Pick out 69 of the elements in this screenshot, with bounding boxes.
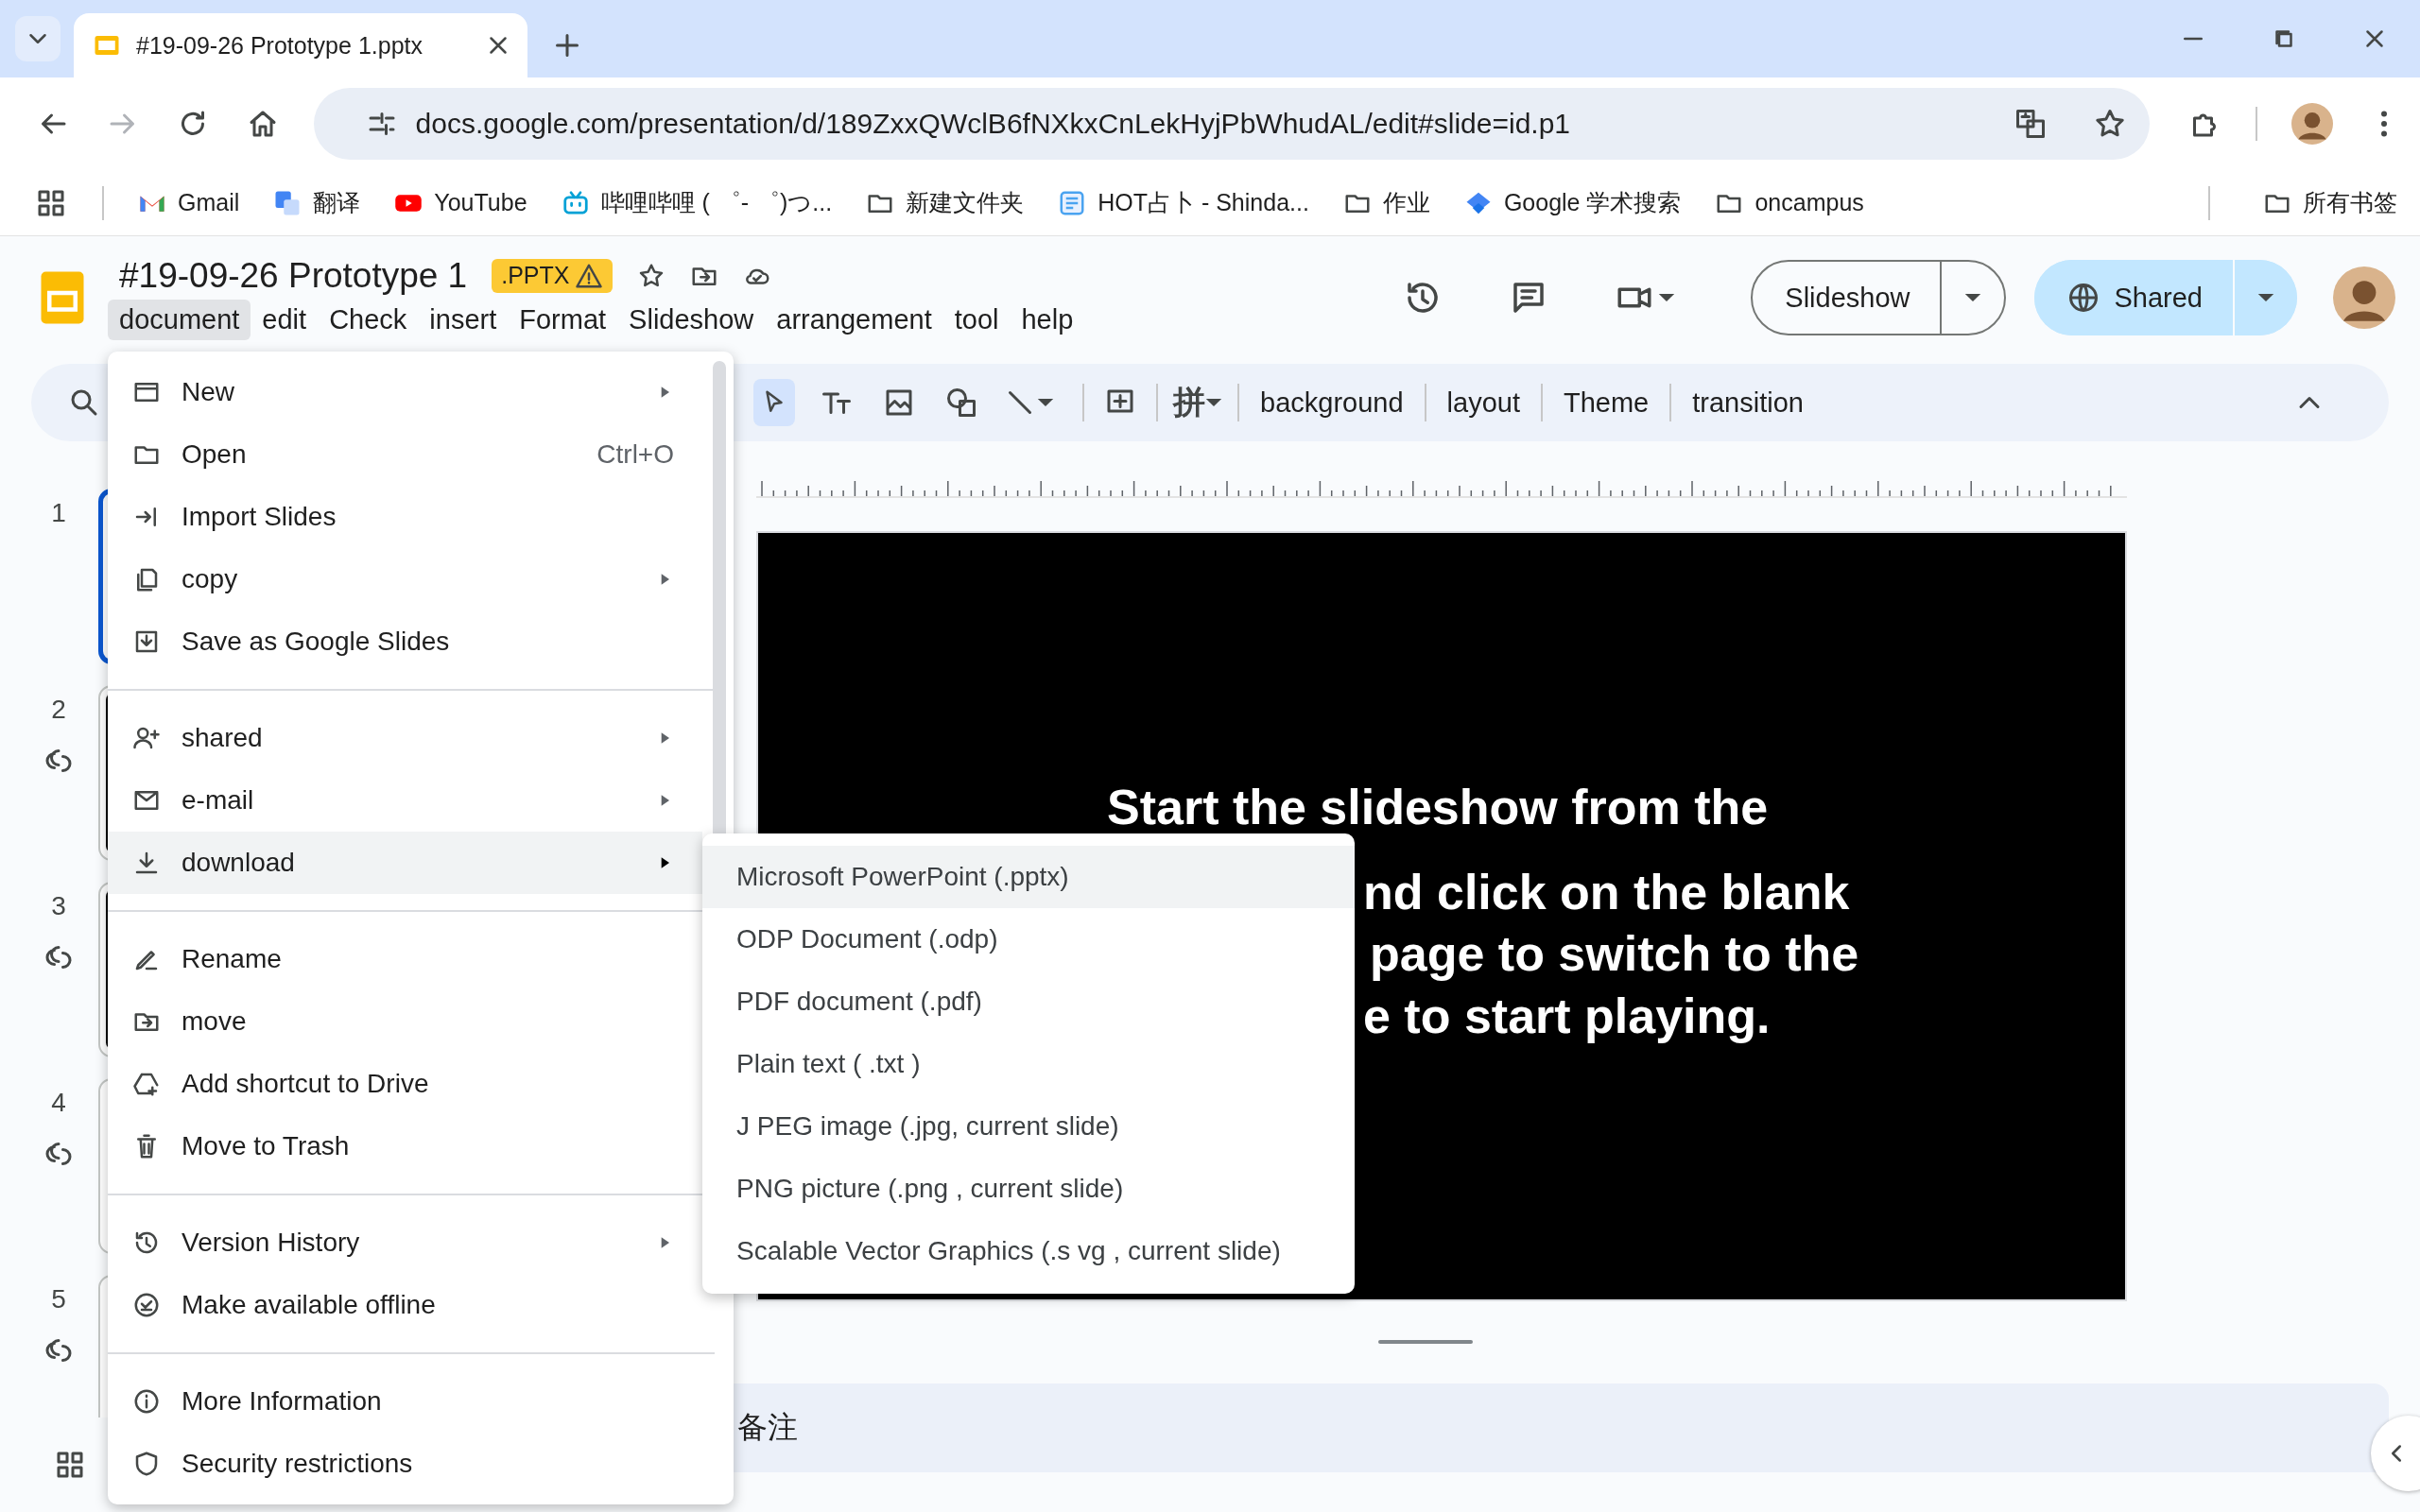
caret-icon[interactable] xyxy=(1037,398,1054,407)
info-icon xyxy=(132,1387,161,1416)
bookmark[interactable]: Gmail xyxy=(138,188,240,217)
slide-number: 4 xyxy=(51,1088,66,1118)
bookmark[interactable]: oncampus xyxy=(1715,188,1864,217)
slide-text: e to start playing. xyxy=(1363,989,1771,1042)
bookmark[interactable]: 哔哩哔哩 ( ゜- ゜)つ... xyxy=(561,187,833,218)
menu-item[interactable]: Move to Trash xyxy=(108,1115,702,1177)
menu-item[interactable]: shared xyxy=(108,707,702,769)
document-title[interactable]: #19-09-26 Prototype 1 xyxy=(119,255,468,296)
slide-text: Start the slideshow from the xyxy=(1107,781,1769,833)
caret-icon xyxy=(2257,293,2274,302)
menu-bar-item[interactable]: Format xyxy=(508,299,618,340)
slide-number: 5 xyxy=(51,1284,66,1314)
menu-bar-item[interactable]: Slideshow xyxy=(617,299,766,340)
caret-icon xyxy=(1964,293,1982,302)
resize-handle[interactable] xyxy=(1378,1340,1473,1344)
notes-text: 备注 xyxy=(737,1408,798,1447)
toolbar-button[interactable]: transition xyxy=(1679,379,1817,426)
input-tools-button[interactable]: 拼 xyxy=(1173,381,1205,424)
toolbar-button[interactable]: background xyxy=(1247,379,1417,426)
slide-text: nd click on the blank xyxy=(1363,866,1850,919)
menu-bar-item[interactable]: help xyxy=(1010,299,1085,340)
bookmark[interactable]: 新建文件夹 xyxy=(866,187,1025,218)
bookmark[interactable]: 翻译 xyxy=(273,187,361,218)
profile-avatar-icon[interactable] xyxy=(2333,266,2395,329)
address-bar[interactable]: docs.google.com/presentation/d/189ZxxQWclB6fNXkxCnLekHyjPbWhudAL/edit#slide=id.p1 xyxy=(313,88,2150,160)
menu-bar-item[interactable]: arrangement xyxy=(765,299,943,340)
caret-icon[interactable] xyxy=(1658,293,1676,302)
bookmark[interactable]: HOT占卜 - Shinda... xyxy=(1058,187,1309,218)
select-tool-button[interactable] xyxy=(753,379,795,426)
menu-item[interactable]: download xyxy=(108,832,702,894)
browser-tab[interactable]: #19-09-26 Prototype 1.pptx xyxy=(74,13,527,77)
menu-bar-item[interactable]: Check xyxy=(318,299,419,340)
menu-item[interactable]: Add shortcut to Drive xyxy=(108,1053,702,1115)
menu-item[interactable]: Microsoft PowerPoint (.pptx) xyxy=(702,846,1355,908)
menu-item[interactable]: Open Ctrl+O xyxy=(108,423,702,486)
menu-item[interactable]: copy xyxy=(108,548,702,610)
bookmark[interactable]: 作业 xyxy=(1342,187,1430,218)
bookmark[interactable]: Google 学术搜索 xyxy=(1463,187,1682,218)
menu-item[interactable]: Rename xyxy=(108,928,702,990)
menu-item[interactable]: Save as Google Slides xyxy=(108,610,702,673)
slide-text: page to switch to the xyxy=(1370,927,1859,980)
menu-item[interactable]: New xyxy=(108,361,702,423)
tab-search-button[interactable] xyxy=(15,16,60,61)
profile-avatar-icon[interactable] xyxy=(2291,103,2333,145)
slide-number: 3 xyxy=(51,891,66,921)
slide-number: 2 xyxy=(51,695,66,725)
caret-icon[interactable] xyxy=(1205,398,1222,407)
menu-bar-item[interactable]: edit xyxy=(251,299,319,340)
bookmark[interactable]: YouTube xyxy=(394,188,527,217)
format-badge: .PPTX xyxy=(492,258,614,293)
menu-item[interactable]: Version History xyxy=(108,1211,702,1274)
toolbar-button[interactable]: Theme xyxy=(1549,379,1663,426)
menu-bar-item[interactable]: document xyxy=(108,299,251,340)
tab-title: #19-09-26 Prototype 1.pptx xyxy=(136,31,424,60)
shapes-icon[interactable] xyxy=(944,386,978,420)
menu-item[interactable]: Import Slides xyxy=(108,486,702,548)
translate-icon[interactable] xyxy=(2014,107,2048,141)
menu-item[interactable]: Make available offline xyxy=(108,1274,702,1336)
menu-item[interactable]: e-mail xyxy=(108,769,702,832)
shortcut-text: Ctrl+O xyxy=(596,439,674,470)
menu-item[interactable]: move xyxy=(108,990,702,1053)
bookmark-folder[interactable]: 所有书签 xyxy=(2263,187,2397,218)
menu-bar-item[interactable]: insert xyxy=(418,299,509,340)
toolbar-button[interactable]: layout xyxy=(1433,379,1533,426)
slide-number: 1 xyxy=(51,498,66,528)
url-text: docs.google.com/presentation/d/189ZxxQWclB6fNXkxCnLekHyjPbWhudAL/edit#slide=id.p1 xyxy=(415,108,1572,140)
menu-bar-item[interactable]: tool xyxy=(942,299,1011,340)
